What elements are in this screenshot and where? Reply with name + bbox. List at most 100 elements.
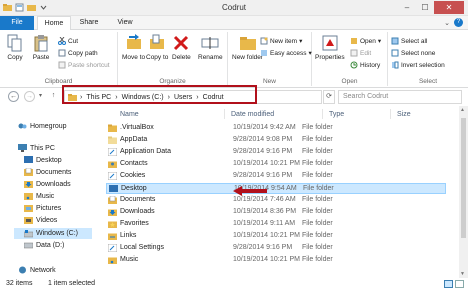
drive-icon — [24, 229, 33, 237]
select-none-button[interactable]: Select none — [391, 49, 435, 57]
open-button[interactable]: Open ▾ — [350, 37, 381, 45]
copy-to-button[interactable]: Copy to — [146, 34, 168, 62]
column-separator[interactable] — [322, 109, 323, 119]
nav-item-label: Music — [36, 192, 55, 200]
table-row[interactable]: Links 10/19/2014 10:21 PM File folder — [106, 231, 446, 242]
contacts-icon — [108, 161, 117, 168]
downloads-icon — [108, 209, 117, 216]
rename-button[interactable]: Rename — [198, 34, 223, 62]
organize-group: Move to Copy to Delete Rename Organize — [118, 32, 228, 86]
invert-selection-button[interactable]: Invert selection — [391, 61, 445, 69]
details-view-icon[interactable] — [444, 280, 453, 288]
help-button[interactable]: ? — [454, 18, 463, 27]
column-header-name[interactable]: Name — [120, 111, 139, 118]
new-folder-button[interactable]: New folder — [232, 34, 263, 62]
nav-item-pictures[interactable]: Pictures — [24, 204, 61, 212]
edit-button[interactable]: Edit — [350, 49, 371, 57]
file-name: Favorites — [120, 220, 149, 227]
network-icon — [19, 266, 26, 274]
up-button[interactable]: ↑ — [48, 91, 59, 102]
select-all-icon — [391, 37, 399, 45]
music-icon — [24, 193, 33, 200]
table-row[interactable]: Contacts 10/19/2014 10:21 PM File folder — [106, 159, 446, 170]
shortcut-folder-icon — [108, 148, 117, 156]
forward-button[interactable]: → — [24, 91, 35, 102]
tab-share[interactable]: Share — [72, 16, 106, 30]
table-row[interactable]: Favorites 10/19/2014 9:11 AM File folder — [106, 219, 446, 230]
file-type: File folder — [303, 185, 334, 192]
nav-item-data-d[interactable]: Data (D:) — [24, 241, 64, 249]
nav-item-documents[interactable]: Documents — [24, 168, 71, 176]
table-row[interactable]: Cookies 9/28/2014 9:16 PM File folder — [106, 171, 446, 182]
search-input[interactable]: Search Codrut — [338, 90, 462, 104]
scrollbar-thumb[interactable] — [461, 118, 466, 238]
table-row[interactable]: .VirtualBox 10/19/2014 9:42 AM File fold… — [106, 123, 446, 134]
tab-file[interactable]: File — [0, 16, 34, 30]
tab-view[interactable]: View — [108, 16, 142, 30]
navigation-pane: Homegroup This PC Desktop Documents Down… — [0, 106, 98, 278]
scroll-down-icon[interactable]: ▼ — [460, 271, 465, 277]
nav-item-label: Homegroup — [30, 122, 67, 130]
desktop-icon — [109, 185, 118, 192]
nav-item-label: Documents — [36, 168, 72, 176]
move-to-label: Move to — [122, 54, 146, 61]
nav-item-desktop[interactable]: Desktop — [24, 156, 62, 164]
paste-button[interactable]: Paste — [32, 34, 50, 62]
scroll-up-icon[interactable]: ▲ — [460, 107, 465, 113]
column-separator[interactable] — [390, 109, 391, 119]
new-item-button[interactable]: New item ▾ — [260, 37, 302, 45]
move-to-button[interactable]: Move to — [122, 34, 145, 62]
nav-item-this-pc[interactable]: This PC — [18, 144, 55, 152]
column-separator[interactable] — [224, 109, 225, 119]
nav-item-downloads[interactable]: Downloads — [24, 180, 71, 188]
column-header-date-modified[interactable]: Date modified — [231, 111, 274, 118]
new-item-icon — [260, 37, 268, 45]
view-toggle — [444, 280, 464, 288]
table-row[interactable]: Downloads 10/19/2014 8:36 PM File folder — [106, 207, 446, 218]
column-header-size[interactable]: Size — [397, 111, 411, 118]
documents-icon — [108, 196, 117, 204]
maximize-button[interactable]: ☐ — [416, 1, 434, 14]
close-button[interactable]: ✕ — [434, 1, 464, 14]
back-button[interactable]: ← — [8, 91, 19, 102]
table-row[interactable]: Application Data 9/28/2014 9:16 PM File … — [106, 147, 446, 158]
copy-button[interactable]: Copy — [6, 34, 24, 62]
history-button[interactable]: History — [350, 61, 380, 69]
paste-shortcut-button[interactable]: Paste shortcut — [58, 61, 110, 69]
nav-item-windows-c[interactable]: Windows (C:) — [14, 228, 92, 239]
refresh-button[interactable]: ⟳ — [323, 90, 335, 104]
delete-button[interactable]: Delete — [172, 34, 191, 62]
recent-locations-icon[interactable]: ▾ — [39, 92, 42, 99]
properties-button[interactable]: Properties — [315, 34, 345, 62]
table-row-selected[interactable]: Desktop 10/19/2014 9:54 AM File folder — [106, 183, 446, 194]
file-name: Application Data — [120, 148, 171, 155]
open-group-label: Open — [341, 78, 358, 85]
file-type: File folder — [302, 160, 333, 167]
large-icons-view-icon[interactable] — [455, 280, 464, 288]
nav-item-videos[interactable]: Videos — [24, 216, 57, 224]
easy-access-button[interactable]: Easy access ▾ — [260, 49, 312, 57]
column-header-type[interactable]: Type — [329, 111, 344, 118]
folder-icon — [108, 136, 117, 144]
minimize-button[interactable]: – — [398, 1, 416, 14]
file-name: Cookies — [120, 172, 146, 179]
expand-ribbon-button[interactable]: ⌄ — [444, 19, 450, 27]
dropdown-arrow-icon: ▾ — [377, 38, 382, 45]
vertical-scrollbar[interactable]: ▲ ▼ — [459, 106, 468, 278]
select-none-icon — [391, 49, 399, 57]
nav-item-homegroup[interactable]: Homegroup — [18, 122, 67, 130]
cut-button[interactable]: Cut — [58, 37, 78, 45]
copy-path-button[interactable]: Copy path — [58, 49, 98, 57]
select-all-button[interactable]: Select all — [391, 37, 427, 45]
tab-home[interactable]: Home — [37, 16, 71, 31]
select-group-label: Select — [418, 78, 438, 85]
file-date: 9/28/2014 9:16 PM — [233, 244, 293, 251]
easy-access-label: Easy access — [270, 49, 307, 57]
file-date: 10/19/2014 8:36 PM — [233, 208, 297, 215]
nav-item-music[interactable]: Music — [24, 192, 54, 200]
table-row[interactable]: AppData 9/28/2014 9:08 PM File folder — [106, 135, 446, 146]
table-row[interactable]: Local Settings 9/28/2014 9:16 PM File fo… — [106, 243, 446, 254]
nav-item-network[interactable]: Network — [18, 266, 56, 274]
table-row[interactable]: Documents 10/19/2014 7:46 AM File folder — [106, 195, 446, 206]
table-row[interactable]: Music 10/19/2014 10:21 PM File folder — [106, 255, 446, 266]
